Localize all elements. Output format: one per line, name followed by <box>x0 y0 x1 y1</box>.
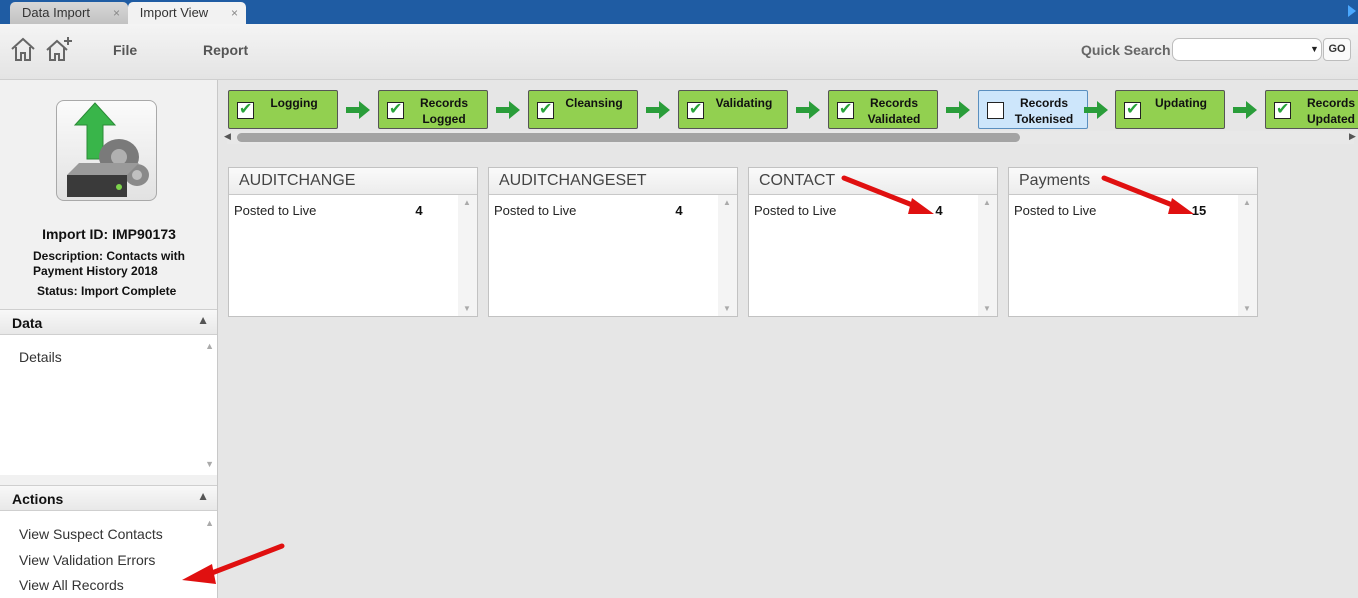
scroll-up-icon[interactable]: ▲ <box>205 341 214 351</box>
close-icon[interactable]: × <box>113 2 120 24</box>
annotation-arrow-icon <box>1101 175 1194 214</box>
arrow-right-icon <box>1084 101 1108 119</box>
file-menu[interactable]: File <box>113 42 137 58</box>
action-view-suspect-contacts[interactable]: View Suspect Contacts <box>19 526 163 542</box>
tab-import-view[interactable]: Import View × <box>128 2 246 24</box>
table-card-auditchangeset: AUDITCHANGESET Posted to Live 4 ▲ ▼ <box>488 167 738 317</box>
step-label: Records Logged <box>419 96 469 126</box>
card-scrollbar[interactable]: ▲ ▼ <box>718 195 737 316</box>
step-records-logged[interactable]: ✔ Records Logged <box>378 90 488 129</box>
tab-label: Import View <box>139 5 209 20</box>
actions-section-header[interactable]: Actions ▲ <box>0 485 217 511</box>
arrow-right-icon <box>796 101 820 119</box>
data-section-header[interactable]: Data ▲ <box>0 309 217 335</box>
step-label: Records Tokenised <box>1014 96 1074 126</box>
step-cleansing[interactable]: ✔ Cleansing <box>528 90 638 129</box>
checkbox-icon <box>987 102 1004 119</box>
step-validating[interactable]: ✔ Validating <box>678 90 788 129</box>
scrollbar-thumb[interactable] <box>237 133 1020 142</box>
close-icon[interactable]: × <box>231 2 238 24</box>
card-title: AUDITCHANGE <box>229 168 477 195</box>
arrow-right-icon <box>346 101 370 119</box>
arrow-right-icon <box>496 101 520 119</box>
card-row-label: Posted to Live <box>754 203 837 218</box>
step-label: Records Updated <box>1306 96 1356 126</box>
arrow-right-icon <box>646 101 670 119</box>
import-status: Status: Import Complete <box>37 284 177 298</box>
checkbox-icon: ✔ <box>837 101 854 119</box>
scroll-right-icon[interactable]: ▶ <box>1349 131 1356 142</box>
chevron-up-icon[interactable]: ▲ <box>197 313 209 327</box>
card-row-label: Posted to Live <box>234 203 317 218</box>
step-updating[interactable]: ✔ Updating <box>1115 90 1225 129</box>
tab-scroll-right-icon[interactable] <box>1348 5 1356 17</box>
home-add-icon[interactable] <box>45 36 73 62</box>
checkbox-icon: ✔ <box>387 101 404 119</box>
checkbox-icon: ✔ <box>237 101 254 119</box>
arrow-right-icon <box>946 101 970 119</box>
step-label: Validating <box>715 96 773 110</box>
step-logging[interactable]: ✔ Logging <box>228 90 338 129</box>
tab-bar: Data Import × Import View × <box>0 0 1358 24</box>
scroll-left-icon[interactable]: ◀ <box>224 131 231 142</box>
step-records-tokenised[interactable]: Records Tokenised <box>978 90 1088 129</box>
step-label: Records Validated <box>867 96 921 126</box>
checkbox-icon: ✔ <box>537 101 554 119</box>
arrow-right-icon <box>1233 101 1257 119</box>
checkbox-icon: ✔ <box>1274 101 1291 119</box>
annotation-arrow-icon <box>182 543 285 584</box>
chevron-down-icon[interactable]: ▼ <box>1310 44 1319 54</box>
card-scrollbar[interactable]: ▲ ▼ <box>978 195 997 316</box>
data-import-icon <box>56 100 157 201</box>
quick-search-label: Quick Search <box>1081 42 1171 58</box>
step-label: Updating <box>1155 96 1207 110</box>
table-card-auditchange: AUDITCHANGE Posted to Live 4 ▲ ▼ <box>228 167 478 317</box>
card-scrollbar[interactable]: ▲ ▼ <box>458 195 477 316</box>
toolbar: File Report Quick Search ▼ GO <box>0 24 1358 80</box>
section-title: Data <box>12 315 43 331</box>
step-records-validated[interactable]: ✔ Records Validated <box>828 90 938 129</box>
card-row-label: Posted to Live <box>494 203 577 218</box>
card-row-label: Posted to Live <box>1014 203 1097 218</box>
import-description: Description: Contacts with Payment Histo… <box>33 249 186 278</box>
card-row-value: 4 <box>415 203 423 218</box>
annotation-arrow-icon <box>841 175 934 214</box>
checkbox-icon: ✔ <box>1124 101 1141 119</box>
scroll-up-icon[interactable]: ▲ <box>205 518 214 528</box>
checkbox-icon: ✔ <box>687 101 704 119</box>
chevron-up-icon[interactable]: ▲ <box>197 489 209 503</box>
go-button[interactable]: GO <box>1323 38 1351 61</box>
left-panel: Import ID: IMP90173 Description: Contact… <box>0 80 218 598</box>
section-title: Actions <box>12 491 64 507</box>
step-records-updated[interactable]: ✔ Records Updated <box>1265 90 1358 129</box>
card-scrollbar[interactable]: ▲ ▼ <box>1238 195 1257 316</box>
card-row-value: 4 <box>675 203 683 218</box>
import-id: Import ID: IMP90173 <box>42 226 176 242</box>
quick-search-input[interactable] <box>1172 38 1322 61</box>
report-menu[interactable]: Report <box>203 42 248 58</box>
action-view-validation-errors[interactable]: View Validation Errors <box>19 552 155 568</box>
step-label: Cleansing <box>565 96 623 110</box>
sidebar-item-details[interactable]: Details <box>19 349 62 365</box>
step-label: Logging <box>270 96 318 110</box>
scroll-down-icon[interactable]: ▼ <box>205 459 214 469</box>
action-view-all-records[interactable]: View All Records <box>19 577 124 593</box>
data-section-body: Details ▲ ▼ <box>0 335 217 475</box>
tab-label: Data Import <box>22 5 90 20</box>
home-icon[interactable] <box>9 36 37 62</box>
card-title: AUDITCHANGESET <box>489 168 737 195</box>
tab-data-import[interactable]: Data Import × <box>10 2 128 24</box>
